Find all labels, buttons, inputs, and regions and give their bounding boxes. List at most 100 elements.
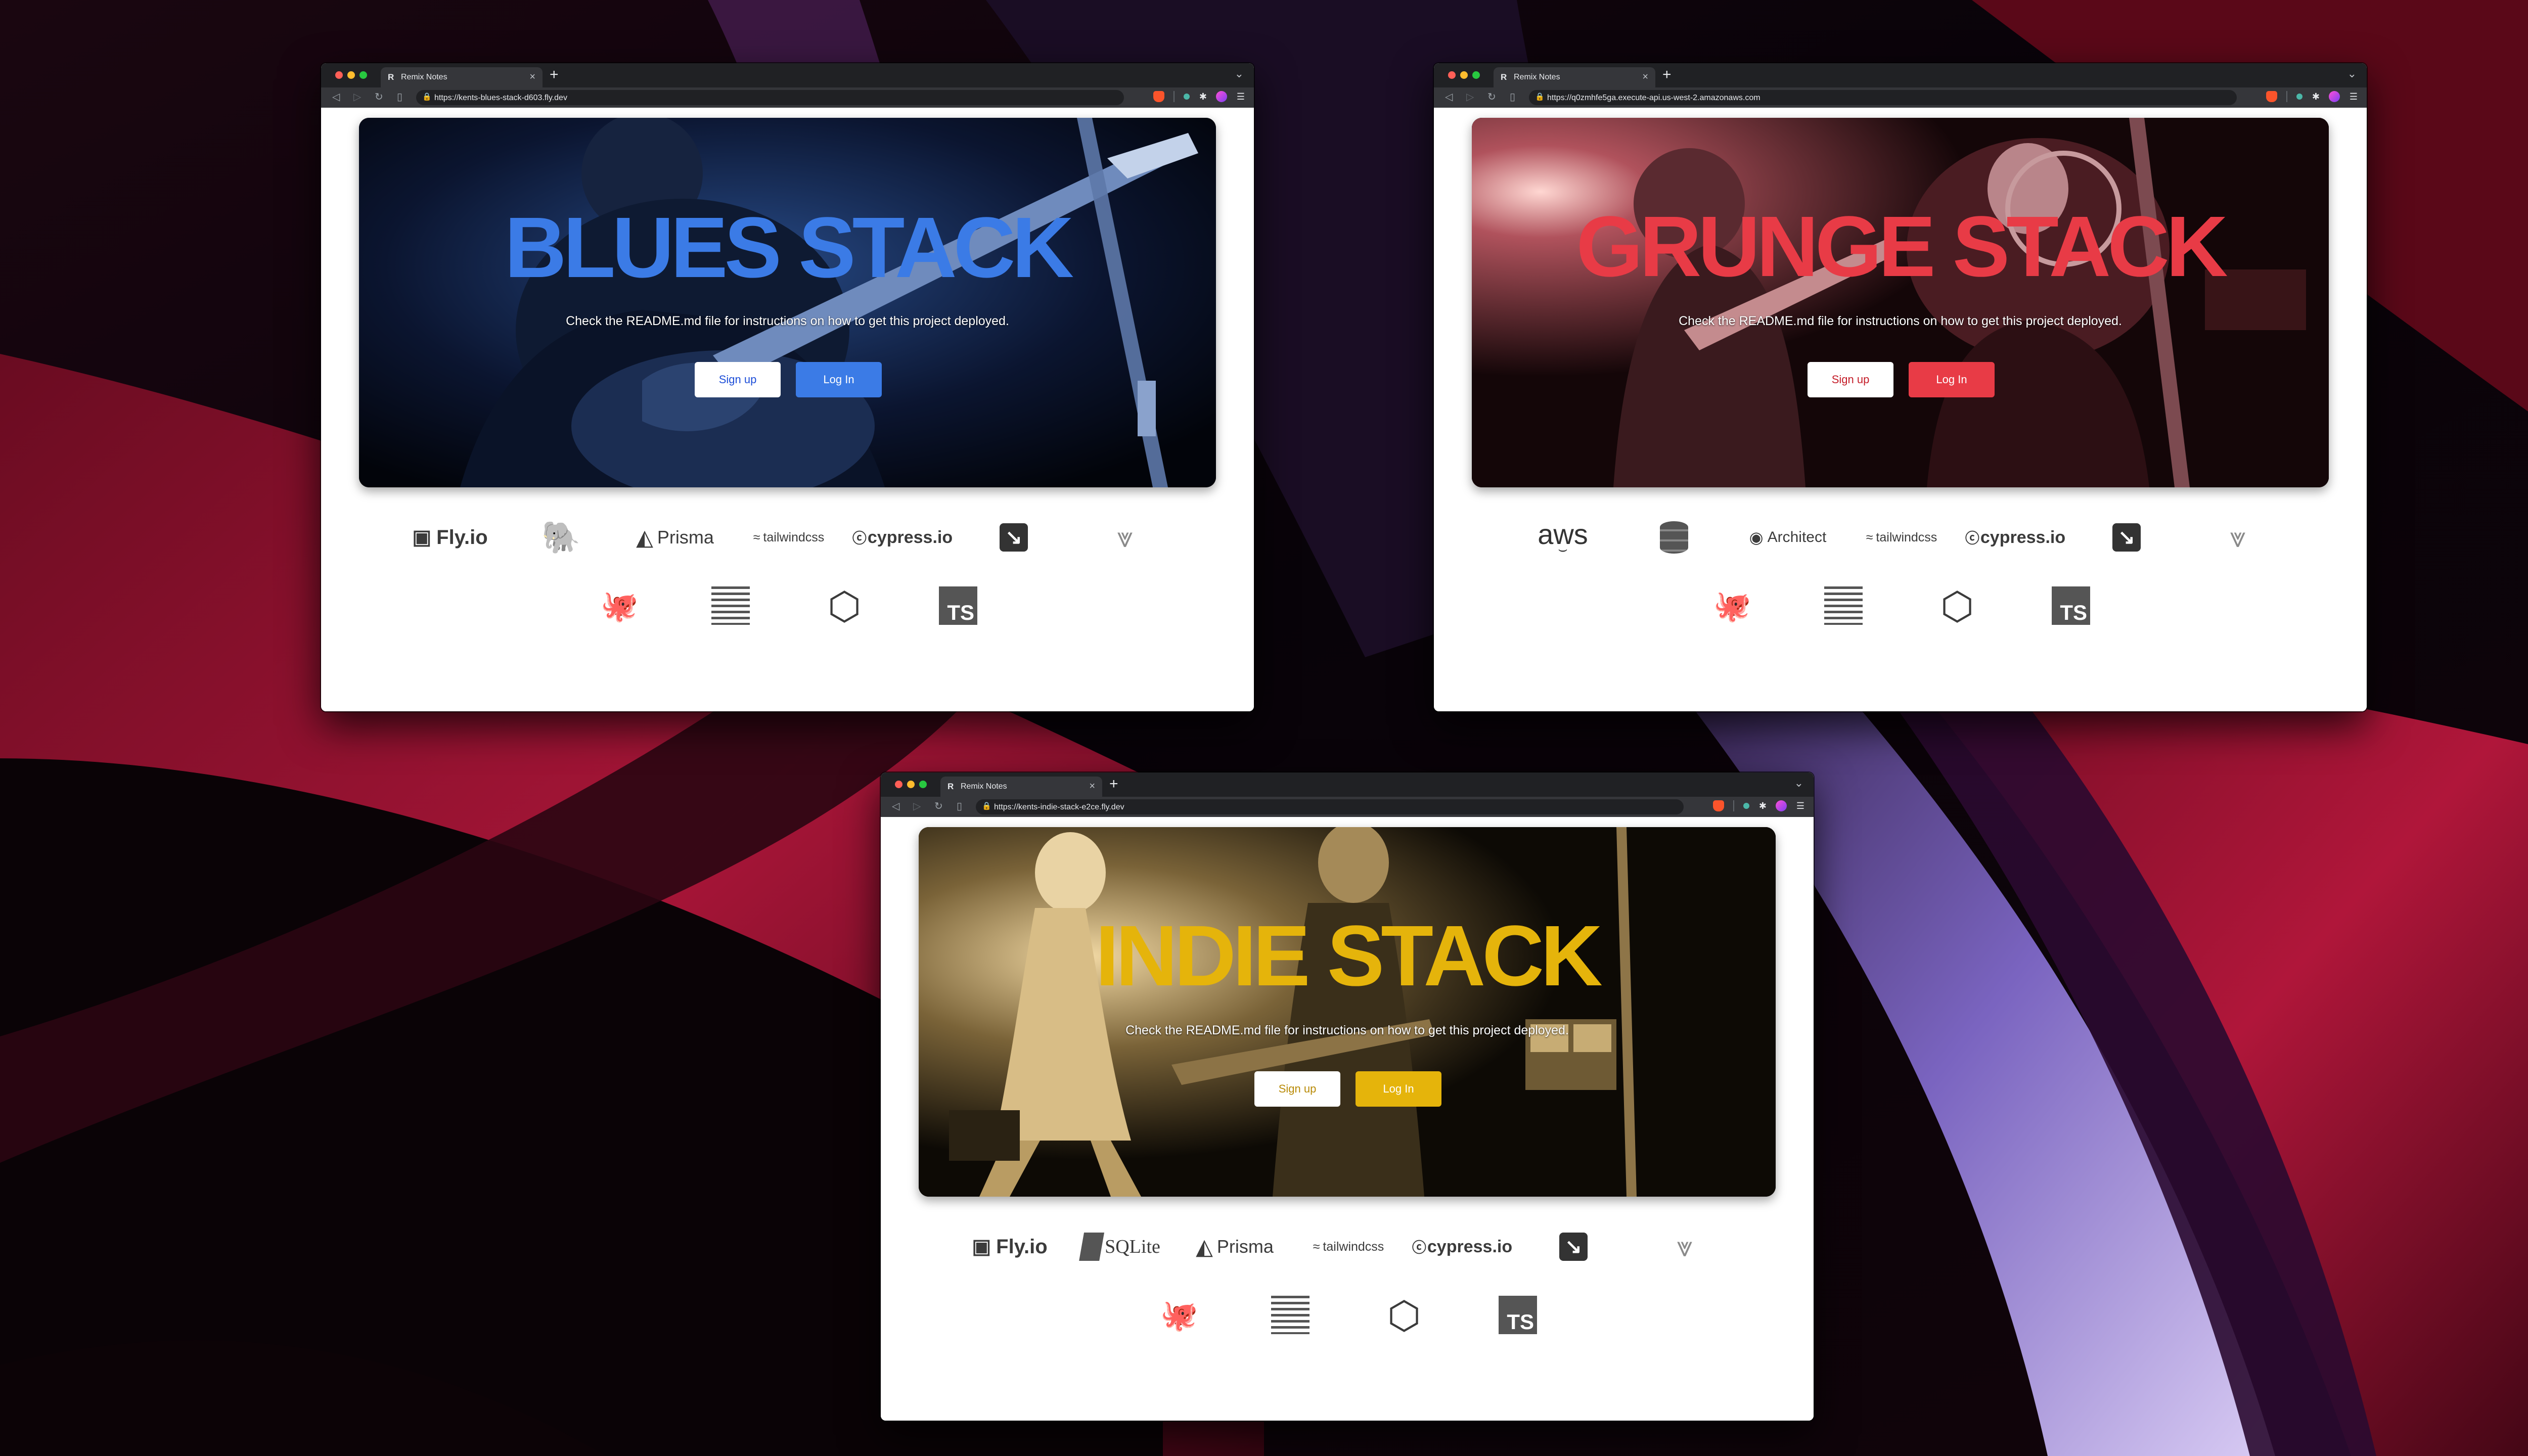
profile-avatar[interactable] [1776,800,1787,811]
reload-icon[interactable]: ↻ [934,800,943,812]
msw-logo[interactable]: ↘ [1000,517,1028,558]
prisma-logo[interactable]: ◭ Prisma [636,517,714,558]
close-window-button[interactable] [895,781,902,788]
address-bar[interactable]: 🔒 https://kents-indie-stack-e2ce.fly.dev [976,799,1684,814]
tab-close-icon[interactable]: × [1642,71,1648,83]
sign-up-button[interactable]: Sign up [1808,362,1893,397]
vitest-logo[interactable]: ⩔ [1677,1226,1693,1267]
new-tab-plus-icon[interactable]: + [1109,777,1118,792]
back-arrow-icon[interactable]: ◁ [892,800,899,812]
testing-library-logo[interactable]: 🐙 [1160,1295,1198,1335]
forward-arrow-icon[interactable]: ▷ [353,91,361,103]
tab-close-icon[interactable]: × [529,71,535,83]
browser-window-grunge: R Remix Notes × + ⌄ ◁ ▷ ↻ ▯ 🔒 https://q0… [1434,63,2367,711]
extensions-puzzle-icon[interactable]: ✱ [1199,92,1207,102]
browser-window-indie: R Remix Notes × + ⌄ ◁ ▷ ↻ ▯ 🔒 https://ke… [881,772,1814,1421]
postgres-logo[interactable]: 🐘 [541,517,580,558]
fly-io-logo[interactable]: ▣ Fly.io [412,517,487,558]
tab-close-icon[interactable]: × [1089,781,1095,792]
new-tab-plus-icon[interactable]: + [550,67,559,82]
log-in-button[interactable]: Log In [1356,1071,1441,1107]
fly-io-logo[interactable]: ▣ Fly.io [972,1226,1047,1267]
aws-logo[interactable]: aws ⌣ [1538,517,1588,558]
log-in-button[interactable]: Log In [796,362,882,397]
browser-tab[interactable]: R Remix Notes × [1494,67,1655,87]
sign-up-button[interactable]: Sign up [695,362,781,397]
eslint-logo[interactable]: ⬡ [1940,584,1974,628]
prisma-logo[interactable]: ◭ Prisma [1196,1226,1274,1267]
reload-icon[interactable]: ↻ [375,91,383,103]
brave-shield-icon[interactable] [1712,800,1724,811]
prettier-logo[interactable] [1271,1295,1310,1335]
address-bar[interactable]: 🔒 https://q0zmhfe5ga.execute-api.us-west… [1529,90,2237,105]
forward-arrow-icon[interactable]: ▷ [1466,91,1474,103]
lock-icon: 🔒 [982,802,991,810]
profile-avatar[interactable] [1216,91,1228,102]
bookmark-icon[interactable]: ▯ [957,800,962,812]
hero-banner: GRUNGE STACK Check the README.md file fo… [1472,118,2329,487]
close-window-button[interactable] [1448,71,1456,79]
url-text[interactable]: https://kents-blues-stack-d603.fly.dev [434,94,567,103]
browser-menu-icon[interactable]: ☰ [2350,92,2358,102]
minimize-window-button[interactable] [907,781,915,788]
brave-shield-icon[interactable] [1153,91,1164,102]
brave-shield-icon[interactable] [2266,91,2277,102]
zoom-window-button[interactable] [919,781,927,788]
new-tab-plus-icon[interactable]: + [1662,67,1672,82]
eslint-logo[interactable]: ⬡ [828,585,861,628]
url-text[interactable]: https://q0zmhfe5ga.execute-api.us-west-2… [1547,94,1760,103]
testing-library-logo[interactable]: 🐙 [1713,585,1751,626]
tailwindcss-logo[interactable]: ≈ tailwindcss [1866,517,1937,558]
cypress-logo[interactable]: ⓒ cypress.io [1965,517,2065,558]
browser-menu-icon[interactable]: ☰ [1796,801,1804,811]
zoom-window-button[interactable] [359,71,367,79]
extensions-puzzle-icon[interactable]: ✱ [2312,92,2320,102]
msw-logo[interactable]: ↘ [1559,1226,1588,1267]
tailwindcss-logo[interactable]: ≈ tailwindcss [1313,1226,1384,1267]
prettier-logo[interactable] [711,585,750,626]
sign-up-button[interactable]: Sign up [1254,1071,1340,1107]
cypress-logo[interactable]: ⓒ cypress.io [852,517,953,558]
typescript-logo[interactable]: TS [939,585,977,626]
eslint-logo[interactable]: ⬡ [1387,1294,1421,1337]
typescript-logo[interactable]: TS [2052,585,2090,626]
reload-icon[interactable]: ↻ [1487,91,1496,103]
minimize-window-button[interactable] [347,71,355,79]
bookmark-icon[interactable]: ▯ [397,91,402,103]
browser-menu-icon[interactable]: ☰ [1237,92,1245,102]
close-window-button[interactable] [335,71,343,79]
vitest-logo[interactable]: ⩔ [2230,517,2246,558]
tab-search-chevron-icon[interactable]: ⌄ [1794,777,1803,790]
extension-dot-icon[interactable] [1743,803,1750,809]
architect-logo[interactable]: ◉ Architect [1749,517,1827,558]
tab-search-chevron-icon[interactable]: ⌄ [2348,67,2357,80]
browser-tab[interactable]: R Remix Notes × [381,67,543,87]
log-in-button[interactable]: Log In [1909,362,1995,397]
back-arrow-icon[interactable]: ◁ [332,91,340,103]
extensions-puzzle-icon[interactable]: ✱ [1759,801,1767,811]
browser-tab[interactable]: R Remix Notes × [940,777,1102,797]
sqlite-logo[interactable]: SQLite [1079,1226,1160,1267]
zoom-window-button[interactable] [1472,71,1480,79]
browser-toolbar: ◁ ▷ ↻ ▯ 🔒 https://kents-indie-stack-e2ce… [881,797,1814,817]
extension-dot-icon[interactable] [1184,94,1190,100]
minimize-window-button[interactable] [1460,71,1468,79]
tailwindcss-logo[interactable]: ≈ tailwindcss [753,517,825,558]
back-arrow-icon[interactable]: ◁ [1445,91,1453,103]
bookmark-icon[interactable]: ▯ [1510,91,1515,103]
profile-avatar[interactable] [2329,91,2340,102]
extension-dot-icon[interactable] [2296,94,2303,100]
url-text[interactable]: https://kents-indie-stack-e2ce.fly.dev [994,803,1124,812]
vitest-logo[interactable]: ⩔ [1117,517,1133,558]
cypress-logo[interactable]: ⓒ cypress.io [1412,1226,1512,1267]
msw-logo[interactable]: ↘ [2112,517,2141,558]
tab-search-chevron-icon[interactable]: ⌄ [1235,67,1244,80]
address-bar[interactable]: 🔒 https://kents-blues-stack-d603.fly.dev [416,90,1124,105]
dynamodb-logo[interactable] [1660,517,1688,558]
testing-library-logo[interactable]: 🐙 [601,585,639,626]
forward-arrow-icon[interactable]: ▷ [913,800,921,812]
lock-icon: 🔒 [422,93,432,101]
typescript-logo[interactable]: TS [1499,1295,1537,1335]
eslint-hexagon-icon: ⬡ [1940,584,1974,628]
prettier-logo[interactable] [1824,585,1863,626]
